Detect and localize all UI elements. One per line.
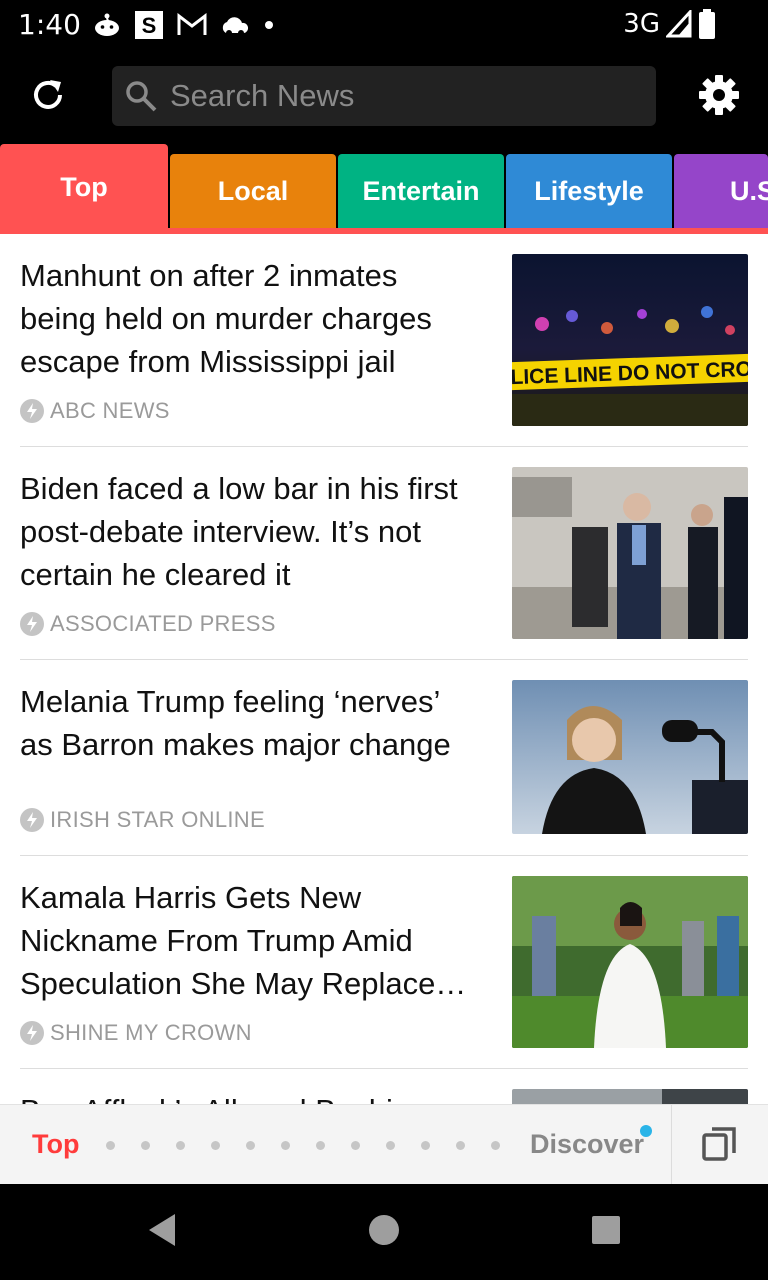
category-tabs: Top Local Entertain Lifestyle U.S bbox=[0, 144, 768, 234]
source-name: IRISH STAR ONLINE bbox=[50, 807, 265, 832]
back-button[interactable] bbox=[142, 1212, 182, 1252]
page-dot bbox=[386, 1141, 395, 1150]
article-headline[interactable]: Kamala Harris Gets New Nickname From Tru… bbox=[20, 876, 480, 1005]
nav-separator bbox=[671, 1105, 672, 1185]
settings-button[interactable] bbox=[694, 72, 744, 122]
nav-discover-button[interactable]: Discover bbox=[530, 1129, 644, 1160]
page-dot bbox=[211, 1141, 220, 1150]
article-source: ASSOCIATED PRESS bbox=[20, 611, 276, 637]
page-dot bbox=[141, 1141, 150, 1150]
article-source: ABC NEWS bbox=[20, 398, 170, 424]
bolt-icon bbox=[20, 612, 44, 636]
source-name: ASSOCIATED PRESS bbox=[50, 611, 276, 636]
settings-gear-icon bbox=[698, 74, 740, 121]
article-thumbnail[interactable] bbox=[512, 1089, 748, 1104]
tab-label: Entertain bbox=[362, 175, 480, 206]
page-dot bbox=[421, 1141, 430, 1150]
source-name: ABC NEWS bbox=[50, 398, 170, 423]
tab-label: U.S bbox=[730, 175, 768, 206]
search-icon bbox=[124, 79, 158, 113]
tab-local[interactable]: Local bbox=[170, 154, 336, 228]
refresh-button[interactable] bbox=[22, 72, 74, 122]
tab-label: Lifestyle bbox=[534, 175, 644, 206]
page-dot bbox=[281, 1141, 290, 1150]
article-item[interactable]: Melania Trump feeling ‘nerves’ as Barron… bbox=[0, 660, 768, 856]
status-bar: 1:40 S 3G bbox=[0, 0, 768, 50]
article-source: IRISH STAR ONLINE bbox=[20, 807, 265, 833]
article-item[interactable]: Kamala Harris Gets New Nickname From Tru… bbox=[0, 856, 768, 1069]
article-thumbnail[interactable]: POLICE LINE DO NOT CROSS bbox=[512, 254, 748, 426]
recents-button[interactable] bbox=[586, 1212, 626, 1252]
article-headline[interactable]: Biden faced a low bar in his first post-… bbox=[20, 467, 480, 596]
network-type: 3G bbox=[623, 9, 660, 39]
discover-badge bbox=[640, 1125, 652, 1137]
article-item[interactable]: Biden faced a low bar in his first post-… bbox=[0, 447, 768, 660]
page-dot bbox=[176, 1141, 185, 1150]
bolt-icon bbox=[20, 808, 44, 832]
status-right: 3G bbox=[623, 6, 716, 42]
article-item[interactable]: Manhunt on after 2 inmates being held on… bbox=[0, 234, 768, 447]
cloud-icon bbox=[220, 13, 250, 37]
bolt-icon bbox=[20, 399, 44, 423]
search-box[interactable] bbox=[112, 66, 656, 126]
tabs-button[interactable] bbox=[700, 1125, 740, 1165]
bottom-nav: Top Discover bbox=[0, 1104, 768, 1185]
article-thumbnail[interactable] bbox=[512, 680, 748, 834]
app-bar bbox=[0, 50, 768, 144]
s-app-icon: S bbox=[134, 10, 164, 40]
tab-us[interactable]: U.S bbox=[674, 154, 768, 228]
bolt-icon bbox=[20, 1021, 44, 1045]
article-source: SHINE MY CROWN bbox=[20, 1020, 252, 1046]
tab-top[interactable]: Top bbox=[0, 144, 168, 234]
article-thumbnail[interactable] bbox=[512, 467, 748, 639]
recents-icon bbox=[591, 1215, 621, 1250]
article-headline[interactable]: Melania Trump feeling ‘nerves’ as Barron… bbox=[20, 680, 480, 766]
home-button[interactable] bbox=[364, 1212, 404, 1252]
page-dot bbox=[351, 1141, 360, 1150]
system-nav-bar bbox=[0, 1184, 768, 1280]
copy-windows-icon bbox=[700, 1123, 740, 1168]
article-thumbnail[interactable] bbox=[512, 876, 748, 1048]
svg-text:S: S bbox=[142, 13, 157, 38]
home-icon bbox=[367, 1213, 401, 1252]
nav-top-button[interactable]: Top bbox=[32, 1129, 79, 1160]
tab-label: Top bbox=[60, 172, 108, 202]
source-name: SHINE MY CROWN bbox=[50, 1020, 252, 1045]
news-feed[interactable]: Manhunt on after 2 inmates being held on… bbox=[0, 234, 768, 1104]
search-input[interactable] bbox=[170, 78, 630, 114]
back-icon bbox=[145, 1212, 179, 1253]
article-headline[interactable]: Ben Affleck’s Alleged Bachi… bbox=[20, 1089, 480, 1104]
gmail-icon bbox=[176, 13, 208, 37]
article-headline[interactable]: Manhunt on after 2 inmates being held on… bbox=[20, 254, 480, 383]
tab-lifestyle[interactable]: Lifestyle bbox=[506, 154, 672, 228]
tab-entertain[interactable]: Entertain bbox=[338, 154, 504, 228]
status-time: 1:40 bbox=[18, 8, 81, 41]
signal-icon bbox=[666, 10, 692, 38]
article-item[interactable]: Ben Affleck’s Alleged Bachi… bbox=[0, 1069, 768, 1104]
dot-icon bbox=[262, 18, 276, 32]
page-dot bbox=[246, 1141, 255, 1150]
reddit-icon bbox=[92, 12, 122, 38]
refresh-icon bbox=[29, 76, 67, 119]
page-dot bbox=[316, 1141, 325, 1150]
battery-icon bbox=[698, 9, 716, 39]
page-dot bbox=[106, 1141, 115, 1150]
page-dot bbox=[456, 1141, 465, 1150]
page-indicator bbox=[106, 1141, 500, 1150]
tab-label: Local bbox=[217, 175, 289, 206]
notification-icons: S bbox=[92, 8, 276, 42]
page-dot bbox=[491, 1141, 500, 1150]
